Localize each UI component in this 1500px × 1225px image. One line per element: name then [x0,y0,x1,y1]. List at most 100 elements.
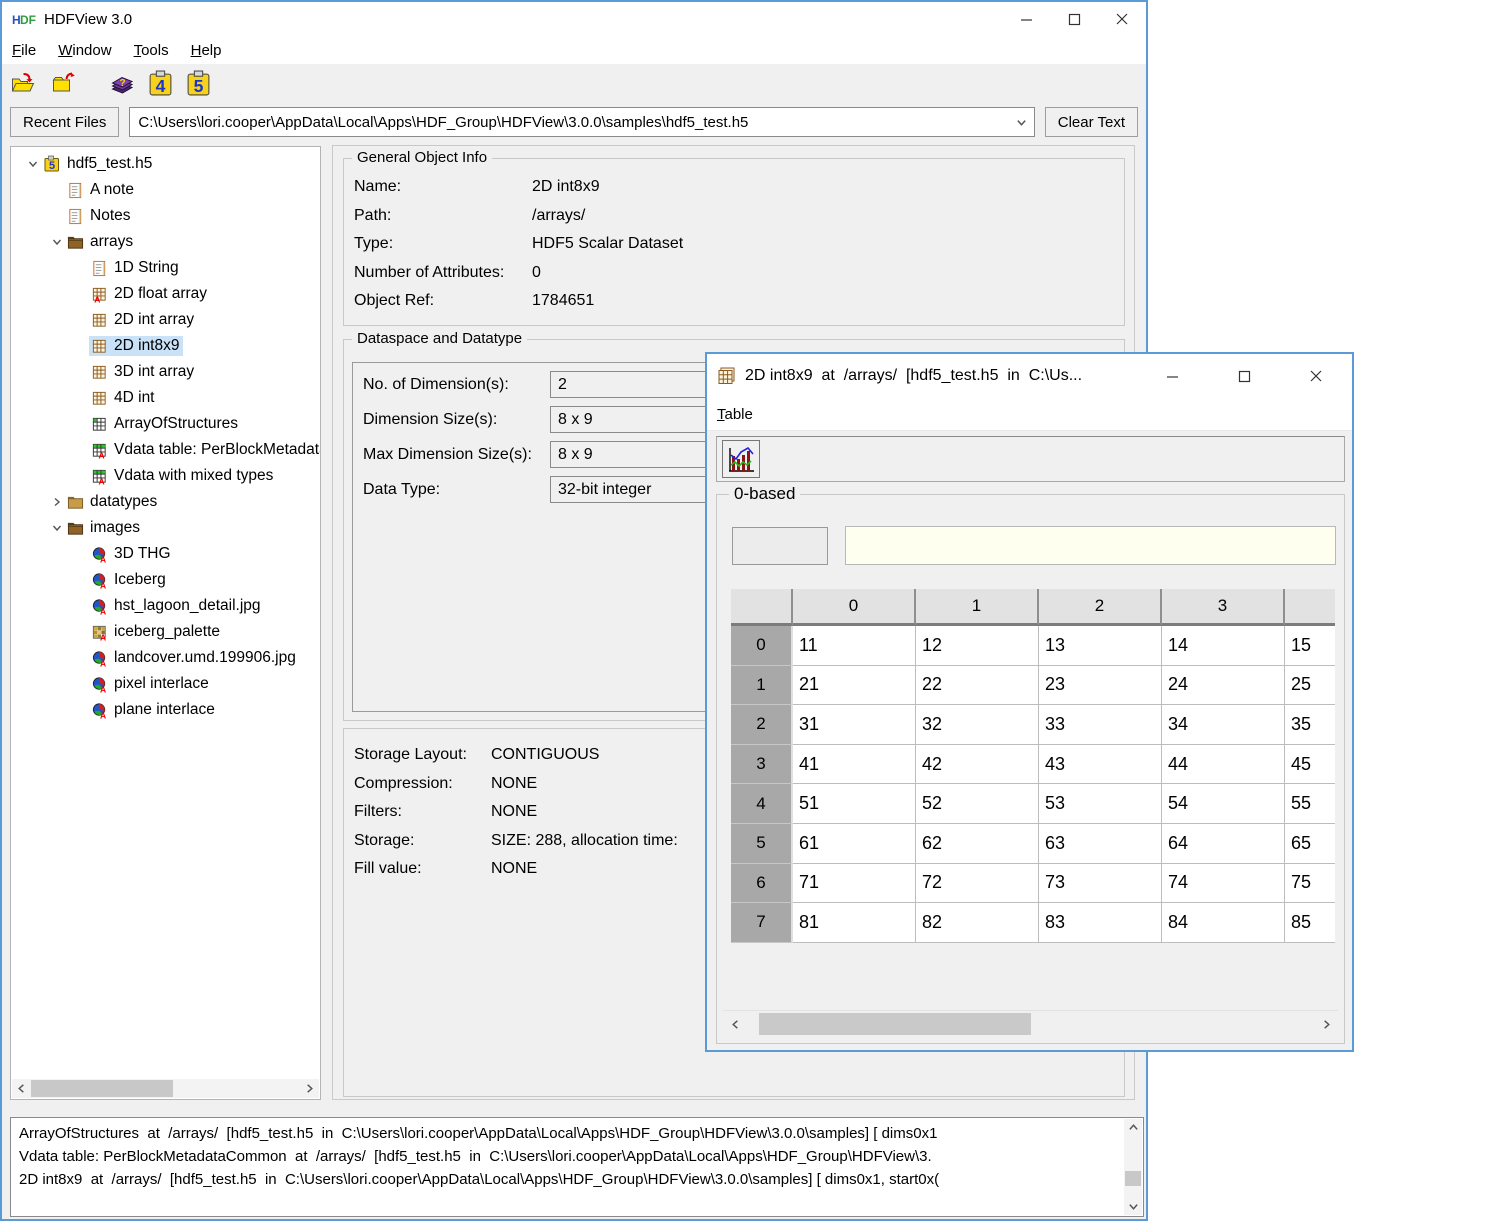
combo-dropdown-icon[interactable] [1010,117,1034,128]
grid-row-header-2[interactable]: 2 [731,705,793,745]
grid-cell-r1c1[interactable]: 22 [916,666,1039,706]
scrollbar-thumb[interactable] [31,1080,173,1097]
grid-cell-r1c3[interactable]: 24 [1162,666,1285,706]
grid-cell-r5c2[interactable]: 63 [1039,824,1162,864]
grid-cell-r6c4[interactable]: 75 [1285,864,1335,904]
grid-row-header-5[interactable]: 5 [731,824,793,864]
close-file-icon[interactable] [50,70,77,96]
grid-cell-r4c4[interactable]: 55 [1285,784,1335,824]
open-file-icon[interactable] [10,70,37,96]
grid-cell-r3c3[interactable]: 44 [1162,745,1285,785]
chevron-down-icon[interactable] [49,236,65,248]
menu-tools[interactable]: Tools [134,42,169,59]
tree-item-hst-lagoon-detail-jpg[interactable]: Ahst_lagoon_detail.jpg [11,593,320,619]
clear-text-button[interactable]: Clear Text [1045,107,1138,137]
chevron-down-icon[interactable] [49,522,65,534]
recent-files-button[interactable]: Recent Files [10,107,119,137]
tree-item-vdata-with-mixed-types[interactable]: AVdata with mixed types [11,463,320,489]
grid-cell-r5c1[interactable]: 62 [916,824,1039,864]
grid-cell-r5c3[interactable]: 64 [1162,824,1285,864]
grid-cell-r1c4[interactable]: 25 [1285,666,1335,706]
tree-item-plane-interlace[interactable]: Aplane interlace [11,697,320,723]
cell-value-field[interactable] [845,526,1336,565]
tree-item-arrays[interactable]: arrays [11,229,320,255]
tree-item-4d-int[interactable]: 4D int [11,385,320,411]
scrollbar-thumb[interactable] [759,1013,1031,1035]
grid-cell-r2c0[interactable]: 31 [793,705,916,745]
chevron-right-icon[interactable] [49,496,65,508]
grid-cell-r2c2[interactable]: 33 [1039,705,1162,745]
grid-cell-r2c4[interactable]: 35 [1285,705,1335,745]
grid-cell-r2c1[interactable]: 32 [916,705,1039,745]
cell-position-field[interactable] [732,527,828,565]
grid-corner-cell[interactable] [731,589,793,626]
tree-item-images[interactable]: images [11,515,320,541]
grid-cell-r6c0[interactable]: 71 [793,864,916,904]
scroll-up-icon[interactable] [1124,1119,1142,1136]
grid-cell-r7c1[interactable]: 82 [916,903,1039,943]
scrollbar-thumb[interactable] [1125,1171,1141,1186]
tree-item-iceberg-palette[interactable]: Aiceberg_palette [11,619,320,645]
scroll-right-icon[interactable] [300,1079,319,1098]
tree-item-iceberg[interactable]: AIceberg [11,567,320,593]
grid-col-header-0[interactable]: 0 [793,589,916,626]
scrollbar-track[interactable] [31,1079,300,1098]
tree-item-vdata-table-perblockmetadatacommon[interactable]: AVdata table: PerBlockMetadataCommon [11,437,320,463]
scroll-left-icon[interactable] [723,1012,747,1036]
tree-item-2d-int8x9[interactable]: 2D int8x9 [11,333,320,359]
grid-cell-r3c2[interactable]: 43 [1039,745,1162,785]
grid-cell-r4c1[interactable]: 52 [916,784,1039,824]
grid-cell-r0c1[interactable]: 12 [916,626,1039,666]
tree-item-a-note[interactable]: A note [11,177,320,203]
tree-item-1d-string[interactable]: 1D String [11,255,320,281]
tree-item-pixel-interlace[interactable]: Apixel interlace [11,671,320,697]
menu-help[interactable]: Help [191,42,222,59]
menu-window[interactable]: Window [58,42,111,59]
grid-cell-r7c2[interactable]: 83 [1039,903,1162,943]
grid-cell-r4c3[interactable]: 54 [1162,784,1285,824]
menu-table[interactable]: Table [717,406,753,423]
minimize-button[interactable] [1136,354,1208,398]
grid-col-header-3[interactable]: 3 [1162,589,1285,626]
grid-col-header-1[interactable]: 1 [916,589,1039,626]
grid-row-header-4[interactable]: 4 [731,784,793,824]
tree-horizontal-scrollbar[interactable] [12,1079,319,1098]
scroll-left-icon[interactable] [12,1079,31,1098]
tree-item-landcover-umd-199906-jpg[interactable]: Alandcover.umd.199906.jpg [11,645,320,671]
grid-row-header-3[interactable]: 3 [731,745,793,785]
grid-cell-r6c3[interactable]: 74 [1162,864,1285,904]
grid-cell-r4c0[interactable]: 51 [793,784,916,824]
tree-item-3d-int-array[interactable]: 3D int array [11,359,320,385]
grid-cell-r7c0[interactable]: 81 [793,903,916,943]
grid-row-header-0[interactable]: 0 [731,626,793,666]
maximize-button[interactable] [1050,2,1098,36]
hdf5-file-icon[interactable]: 5 [186,70,211,97]
grid-cell-r1c2[interactable]: 23 [1039,666,1162,706]
minimize-button[interactable] [1002,2,1050,36]
grid-cell-r6c1[interactable]: 72 [916,864,1039,904]
help-book-icon[interactable]: ? [108,70,135,96]
chart-icon[interactable] [722,440,760,478]
grid-cell-r7c3[interactable]: 84 [1162,903,1285,943]
hdf4-file-icon[interactable]: 4 [148,70,173,97]
tree-item-datatypes[interactable]: datatypes [11,489,320,515]
grid-row-header-6[interactable]: 6 [731,864,793,904]
grid-cell-r3c0[interactable]: 41 [793,745,916,785]
grid-cell-r4c2[interactable]: 53 [1039,784,1162,824]
scrollbar-track[interactable] [747,1012,1314,1036]
grid-cell-r7c4[interactable]: 85 [1285,903,1335,943]
grid-cell-r2c3[interactable]: 34 [1162,705,1285,745]
grid-cell-r5c0[interactable]: 61 [793,824,916,864]
menu-file[interactable]: File [12,42,36,59]
file-path-combobox[interactable]: C:\Users\lori.cooper\AppData\Local\Apps\… [129,107,1034,137]
tree-item-2d-float-array[interactable]: A2D float array [11,281,320,307]
tree-item-arrayofstructures[interactable]: ArrayOfStructures [11,411,320,437]
grid-row-header-7[interactable]: 7 [731,903,793,943]
grid-cell-r3c4[interactable]: 45 [1285,745,1335,785]
tree-item-notes[interactable]: Notes [11,203,320,229]
grid-cell-r5c4[interactable]: 65 [1285,824,1335,864]
scroll-right-icon[interactable] [1314,1012,1338,1036]
chevron-down-icon[interactable] [25,158,41,170]
scrollbar-track[interactable] [1124,1136,1142,1198]
grid-cell-r6c2[interactable]: 73 [1039,864,1162,904]
